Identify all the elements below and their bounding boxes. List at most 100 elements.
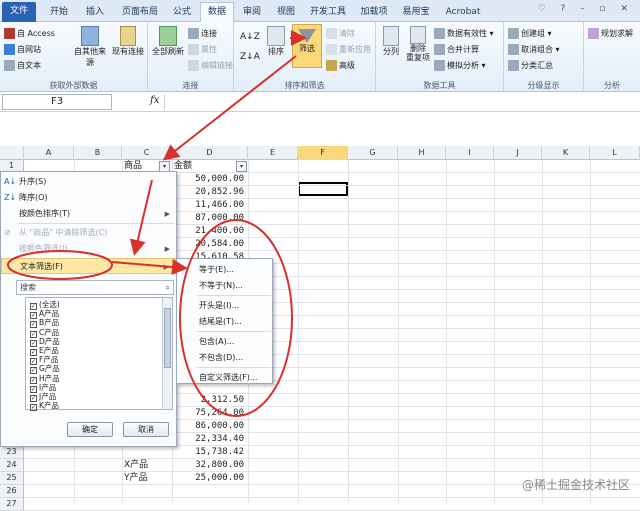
connections-button[interactable]: 连接 [188, 28, 217, 39]
col-header-b[interactable]: B [74, 146, 122, 160]
remove-duplicates-button[interactable]: 删除 重复项 [404, 26, 432, 62]
sort-desc-label: 降序(O) [19, 193, 48, 202]
col-header-i[interactable]: I [446, 146, 494, 160]
ungroup-button[interactable]: 取消组合 ▾ [508, 44, 560, 55]
gridline-h [24, 458, 640, 459]
what-if-button[interactable]: 模拟分析 ▾ [434, 60, 486, 71]
row-header[interactable]: 26 [0, 485, 24, 498]
gridline-v [494, 160, 495, 503]
tab-addins[interactable]: 加载项 [356, 3, 392, 22]
filter-dropdown-d[interactable]: ▾ [236, 161, 247, 172]
tab-formulas[interactable]: 公式 [168, 3, 196, 22]
sort-button[interactable]: 排序 [262, 26, 290, 57]
ok-button[interactable]: 确定 [67, 422, 113, 437]
properties-label: 属性 [201, 45, 217, 54]
filter-button[interactable]: 筛选 [292, 24, 322, 68]
col-header-j[interactable]: J [494, 146, 542, 160]
advanced-button[interactable]: 高级 [326, 60, 355, 71]
from-web-button[interactable]: 自网站 [4, 44, 41, 55]
reapply-button[interactable]: 重新应用 [326, 44, 371, 55]
col-header-k[interactable]: K [542, 146, 590, 160]
data-validation-button[interactable]: 数据有效性 ▾ [434, 28, 494, 39]
tab-page-layout[interactable]: 页面布局 [116, 3, 164, 22]
checkbox[interactable]: ✓ [30, 404, 37, 412]
text-to-columns-button[interactable]: 分列 [378, 26, 404, 57]
col-header-e[interactable]: E [248, 146, 298, 160]
gridline-v [590, 160, 591, 503]
properties-button[interactable]: 属性 [188, 44, 217, 55]
group-icon [508, 28, 519, 39]
solver-button[interactable]: 规划求解 [588, 28, 633, 39]
text-filter-option[interactable]: 开头是(I)... [199, 299, 239, 313]
text-filter-option[interactable]: 不包含(D)... [199, 351, 243, 365]
remove-dup-label: 删除 重复项 [406, 44, 430, 62]
subtotal-button[interactable]: 分类汇总 [508, 60, 553, 71]
select-all-corner[interactable] [0, 146, 24, 160]
row-header[interactable]: 24 [0, 459, 24, 472]
tab-view[interactable]: 视图 [272, 3, 300, 22]
from-access-button[interactable]: 自 Access [4, 28, 55, 39]
filter-values-list[interactable]: ✓ (全选) ✓ A产品 ✓ B产品 ✓ C产品 ✓ D产品 ✓ E产品 ✓ F产品 ✓ G产品 ✓ H产品 ✓ I产… [25, 297, 173, 412]
text-filter-option[interactable]: 等于(E)... [199, 263, 234, 277]
text-filter-option[interactable]: 包含(A)... [199, 335, 234, 349]
fx-icon[interactable]: fx [150, 95, 159, 106]
menu-filter-by-color[interactable]: 按颜色筛选(I) ▶ [1, 241, 176, 257]
sort-az-button[interactable]: A↓Z [240, 32, 260, 42]
group-label-external: 获取外部数据 [49, 81, 98, 90]
name-box[interactable]: F3 [2, 94, 112, 110]
col-header-h[interactable]: H [398, 146, 446, 160]
row-header[interactable]: 27 [0, 498, 24, 511]
tab-easy[interactable]: 易用宝 [398, 3, 434, 22]
col-header-g[interactable]: G [348, 146, 398, 160]
watermark: @稀土掘金技术社区 [521, 478, 630, 492]
menu-clear-filter[interactable]: ⊘ 从 "商品" 中清除筛选(C) [1, 225, 176, 241]
menu-sort-by-color[interactable]: 按颜色排序(T) ▶ [1, 206, 176, 222]
list-scrollbar[interactable] [162, 298, 172, 409]
tab-review[interactable]: 审阅 [238, 3, 266, 22]
row-header[interactable]: 23 [0, 446, 24, 459]
refresh-all-button[interactable]: 全部刷新 [150, 26, 186, 57]
formula-input[interactable] [164, 94, 636, 110]
tab-data[interactable]: 数据 [200, 2, 234, 22]
reapply-icon [326, 44, 337, 55]
tab-file[interactable]: 文件 [2, 2, 36, 22]
text-filter-option[interactable]: 不等于(N)... [199, 279, 243, 293]
from-text-button[interactable]: 自文本 [4, 60, 41, 71]
scroll-thumb[interactable] [164, 308, 171, 368]
text-filter-option[interactable]: 结尾是(T)... [199, 315, 242, 329]
group-label-data-tools: 数据工具 [423, 81, 456, 90]
cancel-button[interactable]: 取消 [123, 422, 169, 437]
sort-asc-icon: A↓ [4, 177, 17, 186]
tab-developer[interactable]: 开发工具 [306, 3, 350, 22]
col-header-d[interactable]: D [172, 146, 248, 160]
col-header-a[interactable]: A [24, 146, 74, 160]
window-controls[interactable]: ♡ ? – ▫ ✕ [538, 4, 634, 14]
sort-za-button[interactable]: Z↓A [240, 52, 260, 62]
existing-connections-button[interactable]: 现有连接 [110, 26, 146, 57]
filter-value-item[interactable]: ✓ K产品 [30, 401, 59, 412]
text-filter-option[interactable]: 自定义筛选(F)... [199, 371, 257, 385]
col-header-c[interactable]: C [122, 146, 172, 160]
search-placeholder: 搜索 [20, 283, 36, 292]
col-header-f[interactable]: F [298, 146, 348, 160]
group-label-outline: 分级显示 [527, 81, 560, 90]
access-icon [4, 28, 15, 39]
consolidate-button[interactable]: 合并计算 [434, 44, 479, 55]
filter-value-label: C产品 [39, 327, 60, 337]
remove-duplicates-icon [410, 26, 426, 44]
tab-acrobat[interactable]: Acrobat [440, 3, 486, 22]
row-header[interactable]: 25 [0, 472, 24, 485]
menu-sort-descending[interactable]: Z↓ 降序(O) [1, 190, 176, 206]
menu-sort-ascending[interactable]: A↓ 升序(S) [1, 174, 176, 190]
menu-text-filters[interactable]: 文本筛选(F) ▶ [1, 258, 176, 274]
refresh-all-label: 全部刷新 [152, 47, 184, 56]
filter-search-input[interactable]: 搜索 ⌕ [16, 280, 174, 295]
from-other-sources-button[interactable]: 自其他来源 [74, 26, 106, 68]
tab-home[interactable]: 开始 [44, 3, 74, 22]
group-button[interactable]: 创建组 ▾ [508, 28, 552, 39]
edit-links-button[interactable]: 编辑链接 [188, 60, 233, 71]
col-header-l[interactable]: L [590, 146, 640, 160]
clear-label: 清除 [339, 29, 355, 38]
tab-insert[interactable]: 插入 [80, 3, 110, 22]
clear-button[interactable]: 清除 [326, 28, 355, 39]
